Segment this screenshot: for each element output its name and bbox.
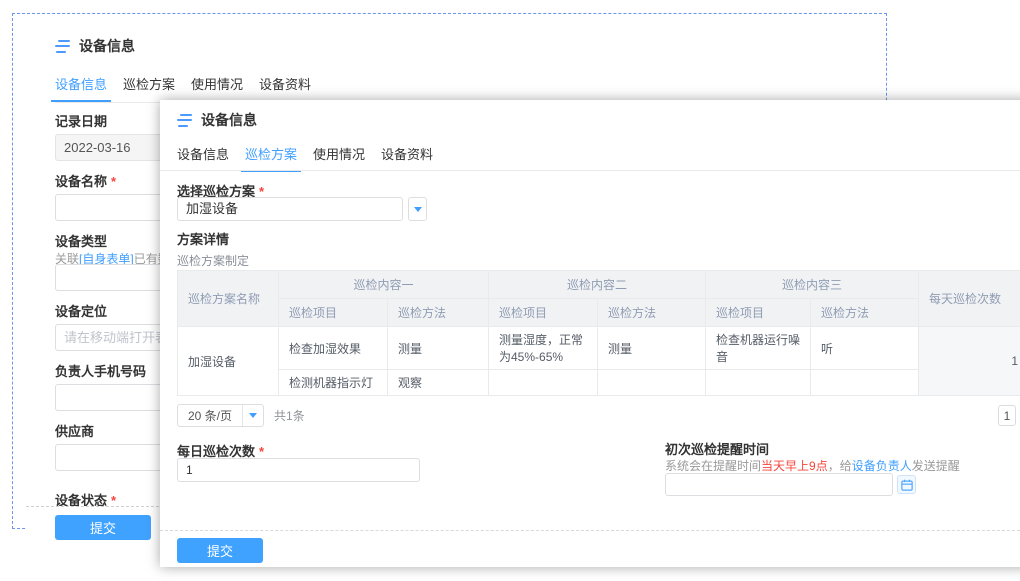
tab-usage[interactable]: 使用情况 (313, 144, 365, 172)
table-row: 加湿设备 检查加湿效果 测量 测量湿度，正常为45%-65% 测量 检查机器运行… (178, 327, 1020, 370)
col-content-3: 巡检内容三 (706, 271, 919, 299)
front-dialog-header: 设备信息 (177, 110, 257, 130)
col-plan-name: 巡检方案名称 (178, 271, 279, 327)
front-submit-button[interactable]: 提交 (177, 538, 263, 563)
caret-down-icon (243, 413, 263, 418)
tab-usage[interactable]: 使用情况 (191, 74, 243, 102)
cell-method-1b: 观察 (388, 370, 489, 396)
cell-plan-name: 加湿设备 (178, 327, 279, 396)
calendar-icon (901, 479, 913, 491)
screen: 设备信息 设备信息 巡检方案 使用情况 设备资料 记录日期 设备名称* 设备类型… (0, 0, 1020, 581)
calendar-button[interactable] (897, 475, 916, 494)
tab-inspection-plan[interactable]: 巡检方案 (245, 144, 297, 172)
back-submit-button[interactable]: 提交 (55, 515, 151, 540)
col-method-2: 巡检方法 (598, 299, 706, 327)
tab-inspection-plan[interactable]: 巡检方案 (123, 74, 175, 102)
cell-method-2a: 测量 (598, 327, 706, 370)
cell-item-3a: 检查机器运行噪音 (706, 327, 811, 370)
cell-daily-count: 1 (919, 327, 1020, 396)
hint-owner-highlight: 设备负责人 (852, 459, 912, 473)
record-date-label: 记录日期 (55, 111, 107, 130)
tabs-divider (160, 170, 1020, 171)
plan-select: 加湿设备 (177, 197, 427, 221)
cell-method-3b (811, 370, 919, 396)
remind-time-field[interactable] (665, 473, 893, 496)
table-header-group-row: 巡检方案名称 巡检内容一 巡检内容二 巡检内容三 每天巡检次数 (178, 271, 1020, 299)
cell-item-1a: 检查加湿效果 (279, 327, 388, 370)
caret-down-icon (414, 207, 422, 212)
back-form-tabs: 设备信息 巡检方案 使用情况 设备资料 (55, 74, 311, 102)
supplier-label: 供应商 (55, 421, 94, 440)
cell-item-3b (706, 370, 811, 396)
table-header-sub-row: 巡检项目 巡检方法 巡检项目 巡检方法 巡检项目 巡检方法 (178, 299, 1020, 327)
page-size-select[interactable]: 20 条/页 (177, 404, 264, 427)
inspection-plan-table: 巡检方案名称 巡检内容一 巡检内容二 巡检内容三 每天巡检次数 巡检项目 巡检方… (177, 270, 1020, 396)
tab-device-docs[interactable]: 设备资料 (259, 74, 311, 102)
tab-device-docs[interactable]: 设备资料 (381, 144, 433, 172)
remind-time-label: 初次巡检提醒时间 (665, 439, 769, 458)
plan-table-label: 巡检方案制定 (177, 252, 249, 269)
col-method-3: 巡检方法 (811, 299, 919, 327)
total-count: 共1条 (274, 407, 305, 424)
pagination: 20 条/页 共1条 (177, 404, 305, 427)
page-size-value: 20 条/页 (178, 407, 242, 424)
required-mark: * (259, 444, 264, 459)
col-daily-count: 每天巡检次数 (919, 271, 1020, 327)
owner-phone-label: 负责人手机号码 (55, 361, 146, 380)
device-type-label: 设备类型 (55, 231, 107, 250)
plan-select-value[interactable]: 加湿设备 (177, 197, 403, 221)
daily-count-field[interactable] (177, 458, 420, 482)
plan-select-caret-button[interactable] (408, 197, 427, 221)
cell-method-2b (598, 370, 706, 396)
cell-item-1b: 检测机器指示灯 (279, 370, 388, 396)
col-content-1: 巡检内容一 (279, 271, 489, 299)
col-method-1: 巡检方法 (388, 299, 489, 327)
col-item-1: 巡检项目 (279, 299, 388, 327)
col-item-2: 巡检项目 (489, 299, 598, 327)
plan-detail-title: 方案详情 (177, 229, 229, 248)
tab-device-info[interactable]: 设备信息 (177, 144, 229, 172)
page-number-button[interactable]: 1 (998, 405, 1016, 426)
back-form-header: 设备信息 (55, 36, 135, 56)
required-mark: * (111, 174, 116, 189)
cell-item-2a: 测量湿度，正常为45%-65% (489, 327, 598, 370)
footer-divider (160, 530, 1020, 531)
front-dialog: 设备信息 设备信息 巡检方案 使用情况 设备资料 选择巡检方案* 加湿设备 方案… (160, 100, 1020, 567)
remind-time-picker (665, 473, 916, 496)
col-content-2: 巡检内容二 (489, 271, 706, 299)
front-dialog-tabs: 设备信息 巡检方案 使用情况 设备资料 (177, 144, 433, 172)
hint-time-highlight: 当天早上9点 (761, 459, 828, 473)
cell-method-1a: 测量 (388, 327, 489, 370)
cell-item-2b (489, 370, 598, 396)
col-item-3: 巡检项目 (706, 299, 811, 327)
back-form-title: 设备信息 (79, 36, 135, 56)
device-location-label: 设备定位 (55, 301, 107, 320)
remind-time-hint: 系统会在提醒时间当天早上9点，给设备负责人发送提醒 (665, 457, 960, 474)
menu-icon (55, 40, 71, 53)
menu-icon (177, 114, 193, 127)
front-dialog-title: 设备信息 (201, 110, 257, 130)
device-name-label: 设备名称* (55, 171, 116, 190)
tab-device-info[interactable]: 设备信息 (55, 74, 107, 102)
table-row: 检测机器指示灯 观察 (178, 370, 1020, 396)
cell-method-3a: 听 (811, 327, 919, 370)
